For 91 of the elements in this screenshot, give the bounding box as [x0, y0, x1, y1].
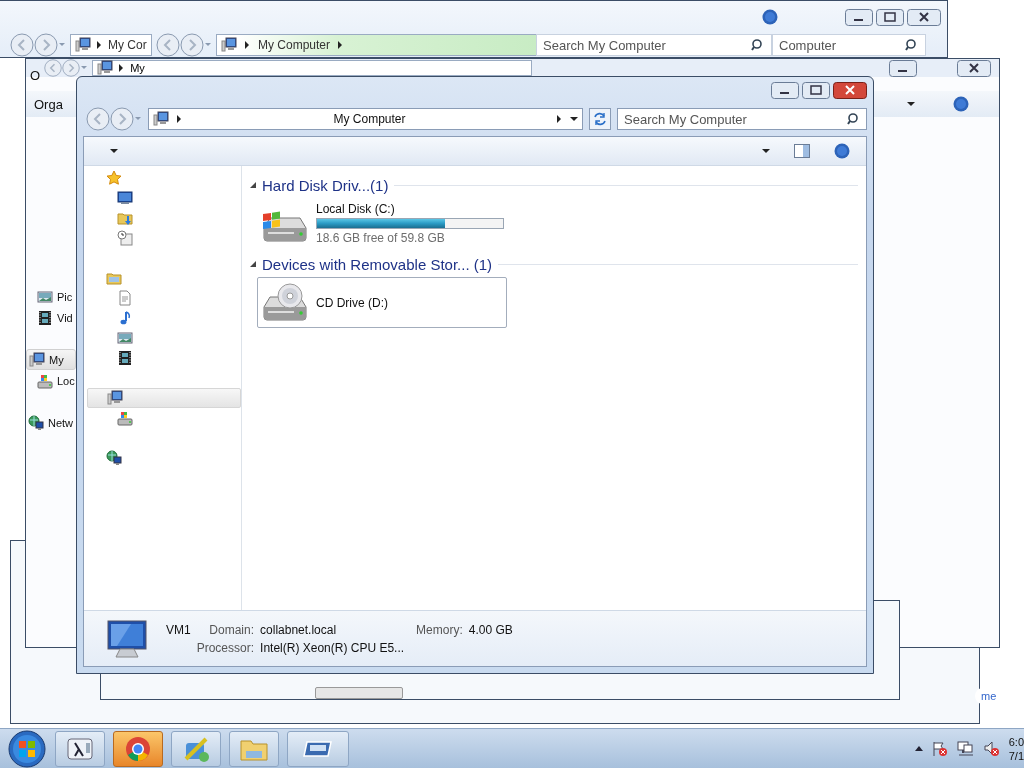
network-icon	[106, 450, 122, 466]
flag-icon[interactable]	[930, 739, 949, 758]
field-value: collabnet.local	[260, 622, 338, 637]
taskbar-button[interactable]	[171, 730, 221, 767]
search-icon	[905, 38, 919, 52]
cd-drive-icon	[260, 282, 310, 323]
start-button[interactable]	[7, 728, 47, 768]
search-icon	[751, 38, 765, 52]
clock-document-icon	[117, 230, 133, 246]
network-icon	[28, 414, 44, 431]
address-text: My	[130, 62, 145, 74]
nav-item[interactable]: Vid	[26, 307, 76, 328]
drive-item[interactable]: Local Disk (C:) 18.6 GB free of 59.8 GB	[257, 198, 507, 249]
maximize-button[interactable]	[802, 81, 830, 99]
address-bar[interactable]: My Computer	[148, 108, 583, 130]
search-icon	[847, 112, 861, 126]
document-icon	[117, 290, 133, 306]
taskbar-button[interactable]	[287, 730, 349, 767]
preview-pane-icon[interactable]	[794, 144, 810, 158]
caret-icon[interactable]	[110, 149, 118, 153]
maximize-button[interactable]	[876, 8, 904, 26]
computer-icon	[29, 351, 45, 368]
drive-name: Local Disk (C:)	[316, 202, 396, 216]
group-header[interactable]: Devices with Removable Stor... (1)	[262, 255, 493, 273]
nav-item[interactable]: Netw	[26, 412, 76, 433]
breadcrumb[interactable]: My Computer	[190, 112, 549, 126]
nav-item[interactable]: My	[26, 349, 76, 370]
collapse-icon[interactable]	[250, 181, 256, 189]
monitor-icon	[117, 190, 133, 206]
nav-item[interactable]: Loc	[26, 370, 76, 391]
address-bar[interactable]: My Computer	[216, 34, 538, 56]
picture-icon	[117, 330, 133, 346]
address-text: My Cor	[108, 38, 147, 52]
computer-icon	[221, 37, 237, 53]
film-icon	[37, 309, 53, 326]
drive-icon	[37, 372, 53, 389]
collapse-icon[interactable]	[250, 260, 256, 268]
drive-icon	[117, 410, 133, 426]
chevron-icon	[177, 115, 182, 123]
minimize-button[interactable]	[889, 59, 917, 77]
field-value: Intel(R) Xeon(R) CPU E5...	[260, 640, 406, 655]
free-space-text: 18.6 GB free of 59.8 GB	[316, 231, 446, 245]
search-field[interactable]: Computer	[772, 34, 926, 56]
chevron-icon	[119, 64, 125, 72]
breadcrumb[interactable]: My Computer	[258, 38, 331, 52]
chevron-icon	[97, 41, 102, 49]
chevron-icon	[557, 115, 562, 123]
caret-icon[interactable]	[907, 102, 915, 106]
field-value: 4.00 GB	[468, 622, 513, 637]
folder-icon	[106, 270, 122, 286]
search-field[interactable]: Search My Computer	[617, 108, 867, 130]
toolbar-text: O	[30, 67, 41, 83]
computer-name: VM1	[166, 622, 191, 637]
clock-date: 7/1	[1008, 748, 1024, 763]
field-label: Domain:	[208, 622, 255, 637]
nav-item[interactable]: Pic	[26, 286, 76, 307]
computer-icon	[97, 60, 114, 76]
computer-icon	[153, 111, 169, 127]
field-label: Processor:	[196, 640, 255, 655]
scrollbar-thumb[interactable]	[315, 687, 403, 699]
picture-icon	[37, 288, 53, 305]
clock-time: 6:0	[1008, 734, 1024, 749]
group-header[interactable]: Hard Disk Driv...(1)	[262, 176, 389, 194]
film-icon	[117, 350, 133, 366]
search-field[interactable]: Search My Computer	[536, 34, 772, 56]
computer-icon	[75, 37, 91, 53]
refresh-button[interactable]	[589, 108, 611, 130]
show-hidden-icons-button[interactable]	[914, 746, 923, 751]
close-button[interactable]	[907, 8, 941, 26]
organize-button[interactable]: Orga	[34, 96, 63, 112]
refresh-icon	[592, 111, 608, 127]
folder-arrow-icon	[117, 210, 133, 226]
chevron-icon	[245, 41, 250, 49]
drive-item[interactable]: CD Drive (D:)	[257, 277, 507, 328]
chevron-icon	[338, 41, 344, 49]
minimize-button[interactable]	[771, 81, 799, 99]
address-bar[interactable]: My	[92, 60, 533, 76]
address-bar[interactable]: My Cor	[70, 34, 152, 56]
network-icon[interactable]	[956, 739, 975, 758]
star-icon	[106, 170, 122, 186]
computer-icon	[107, 390, 123, 406]
field-label: Memory:	[416, 622, 463, 637]
close-button[interactable]	[833, 81, 867, 99]
clock[interactable]: 6:0 7/1	[1008, 734, 1024, 763]
caret-icon[interactable]	[762, 149, 770, 153]
taskbar-button[interactable]	[113, 730, 163, 767]
drive-name: CD Drive (D:)	[316, 295, 388, 310]
minimize-button[interactable]	[845, 8, 873, 26]
speaker-muted-icon[interactable]	[982, 739, 1001, 758]
close-button[interactable]	[957, 59, 991, 77]
taskbar-button[interactable]	[55, 730, 105, 767]
